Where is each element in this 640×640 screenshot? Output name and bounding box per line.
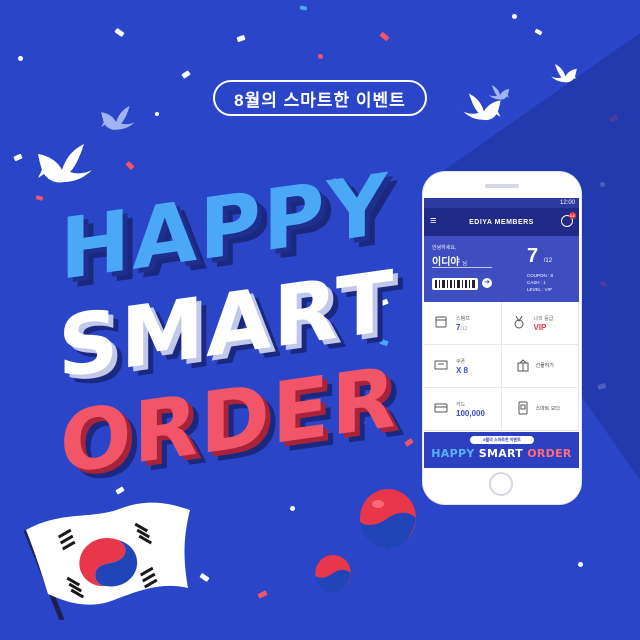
tile-value: 100,000 bbox=[456, 409, 485, 418]
tile-label: 나의 등급 bbox=[533, 316, 554, 322]
coupon-info: COUPON : 8 bbox=[527, 273, 554, 278]
korean-flag-icon bbox=[23, 502, 190, 620]
taeguk-balloon-icon bbox=[360, 489, 416, 552]
confetti bbox=[404, 438, 414, 447]
confetti bbox=[512, 14, 517, 19]
dove-icon bbox=[38, 144, 92, 183]
tile-gift[interactable]: 선물하기 bbox=[501, 345, 579, 388]
confetti bbox=[257, 590, 268, 599]
hamburger-menu-icon[interactable]: ≡ bbox=[430, 216, 437, 227]
event-banner[interactable]: 8월의 스마트한 이벤트 HAPPY SMART ORDER bbox=[424, 432, 579, 468]
home-button bbox=[489, 472, 513, 496]
member-card: 안녕하세요, 이디야 님 ➜ 7 /12 COUPON : 8 CASH : 1… bbox=[424, 236, 579, 302]
confetti bbox=[35, 195, 44, 201]
tile-value: X 8 bbox=[456, 366, 469, 375]
tile-label: 선물하기 bbox=[535, 363, 554, 369]
confetti bbox=[13, 153, 23, 162]
cash-info: CASH : 1 bbox=[527, 280, 546, 285]
confetti bbox=[114, 27, 125, 38]
stamp-count: 7 /12 bbox=[527, 245, 552, 268]
confetti bbox=[290, 506, 295, 511]
notification-badge: 12 bbox=[569, 212, 576, 219]
app-screen: 12:00 ≡ EDIYA MEMBERS 12 안녕하세요, 이디야 님 ➜ … bbox=[424, 198, 579, 468]
menu-grid: 스탬프 7/12 나의 등급 VIP 쿠폰 X 8 선물하기 카드 100,00… bbox=[424, 302, 579, 431]
dove-icon bbox=[488, 85, 510, 100]
tile-coupon[interactable]: 쿠폰 X 8 bbox=[424, 345, 502, 388]
member-greeting: 안녕하세요, bbox=[432, 245, 457, 251]
tile-value: 7/12 bbox=[456, 323, 467, 332]
confetti bbox=[236, 34, 246, 43]
confetti bbox=[318, 54, 323, 59]
confetti bbox=[181, 70, 191, 79]
member-info: COUPON : 8 CASH : 1 LEVEL : VIP bbox=[527, 272, 553, 293]
confetti bbox=[125, 160, 135, 171]
smartphone: 12:00 ≡ EDIYA MEMBERS 12 안녕하세요, 이디야 님 ➜ … bbox=[423, 172, 581, 504]
stamp-card-icon bbox=[435, 316, 447, 328]
taeguk-balloon-icon bbox=[315, 554, 351, 595]
name-underline bbox=[432, 267, 492, 268]
banner-headline: HAPPY SMART ORDER bbox=[424, 447, 579, 460]
confetti bbox=[534, 28, 543, 36]
tile-label: 카드 bbox=[456, 402, 466, 408]
tile-value: VIP bbox=[533, 323, 547, 332]
phone-order-icon bbox=[518, 401, 527, 415]
banner-tag: 8월의 스마트한 이벤트 bbox=[470, 436, 534, 444]
banner-smart: SMART bbox=[478, 447, 524, 460]
event-tag: 8월의 스마트한 이벤트 bbox=[213, 80, 427, 116]
phone-speaker bbox=[485, 184, 519, 188]
status-time: 12:00 bbox=[559, 200, 575, 206]
app-title: EDIYA MEMBERS bbox=[469, 218, 534, 226]
level-info: LEVEL : VIP bbox=[527, 287, 552, 292]
tile-label: 스마트 오더 bbox=[535, 406, 560, 412]
banner-happy: HAPPY bbox=[431, 447, 475, 460]
app-header: ≡ EDIYA MEMBERS 12 bbox=[424, 208, 579, 236]
stamp-total: /12 bbox=[543, 258, 553, 264]
confetti bbox=[578, 562, 583, 567]
confetti bbox=[379, 31, 390, 42]
tile-grade[interactable]: 나의 등급 VIP bbox=[501, 302, 579, 345]
medal-icon bbox=[514, 315, 523, 329]
card-icon bbox=[434, 403, 448, 413]
tile-card[interactable]: 카드 100,000 bbox=[424, 388, 502, 431]
stamp-count-value: 7 bbox=[527, 245, 539, 267]
confetti bbox=[299, 5, 308, 11]
status-bar: 12:00 bbox=[424, 198, 579, 208]
tile-value-sub: /12 bbox=[460, 326, 468, 332]
event-poster: 8월의 스마트한 이벤트 HAPPY SMART ORDER 12:00 ≡ E… bbox=[0, 0, 640, 640]
tile-label: 쿠폰 bbox=[456, 359, 466, 365]
tile-label: 스탬프 bbox=[456, 316, 470, 322]
member-name: 이디야 님 bbox=[432, 253, 467, 268]
dove-icon bbox=[101, 105, 135, 130]
confetti bbox=[18, 56, 23, 61]
arrow-right-icon[interactable]: ➜ bbox=[482, 278, 492, 288]
gift-box-icon bbox=[517, 359, 528, 372]
confetti bbox=[199, 572, 210, 583]
barcode-icon[interactable] bbox=[432, 278, 478, 290]
confetti bbox=[155, 112, 159, 116]
banner-order: ORDER bbox=[527, 447, 572, 460]
coupon-icon bbox=[434, 360, 448, 370]
tile-stamp[interactable]: 스탬프 7/12 bbox=[424, 302, 502, 345]
tile-smart-order[interactable]: 스마트 오더 bbox=[501, 388, 579, 431]
